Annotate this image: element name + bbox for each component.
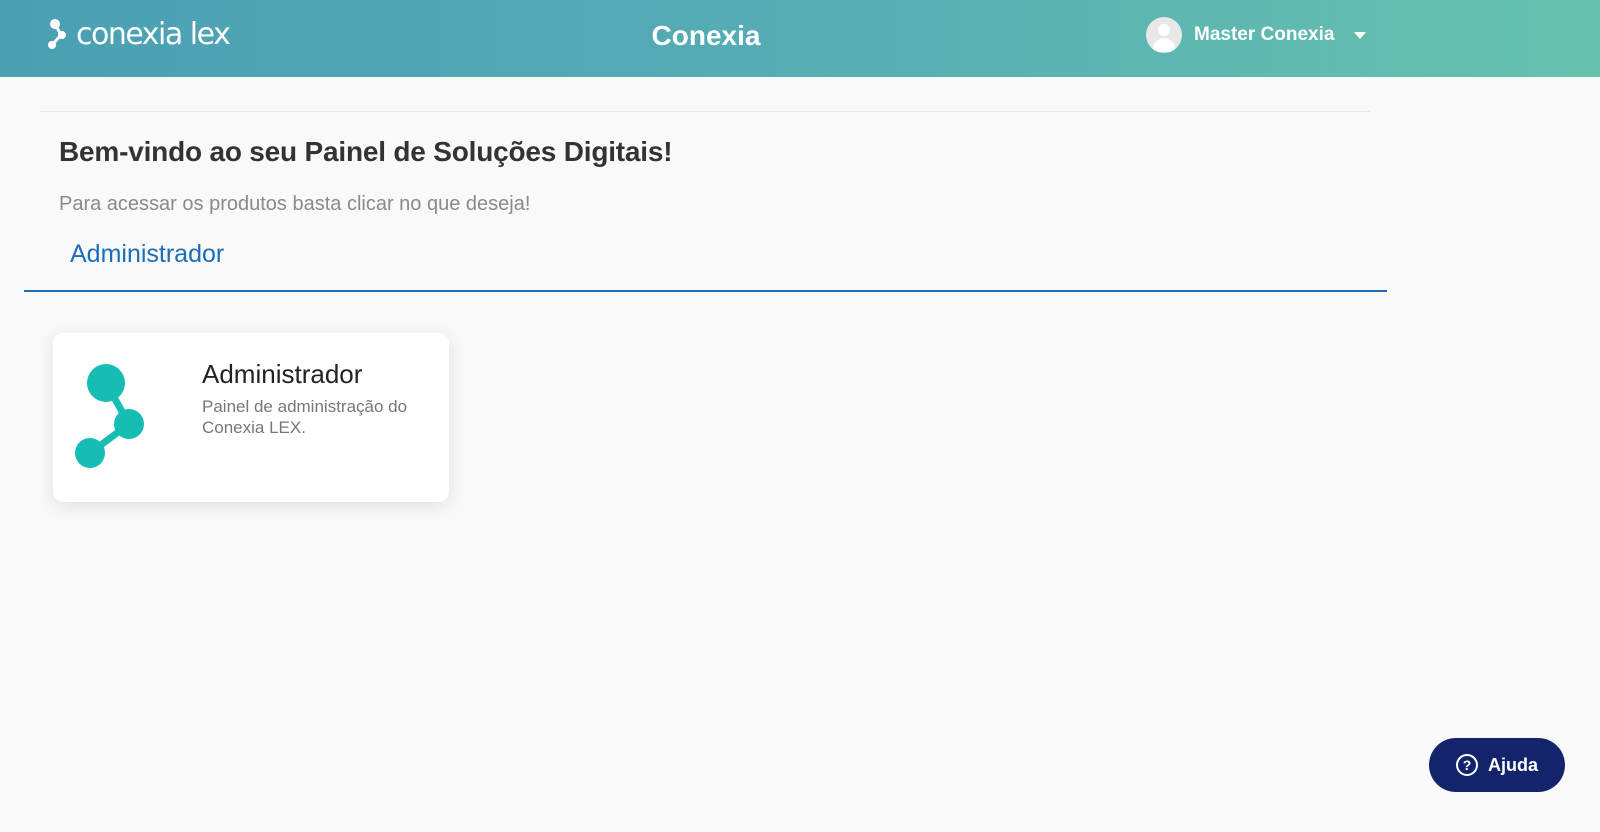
user-name: Master Conexia (1194, 24, 1335, 45)
tab-administrador[interactable]: Administrador (70, 240, 224, 269)
top-navbar: conexia lex Conexia Master Conexia (0, 0, 1600, 77)
page-title: Bem-vindo ao seu Painel de Soluções Digi… (59, 136, 673, 167)
tab-underline (24, 290, 1387, 292)
user-menu[interactable]: Master Conexia (1146, 17, 1367, 53)
page-subtitle: Para acessar os produtos basta clicar no… (59, 193, 531, 215)
user-avatar-icon (1146, 17, 1182, 53)
help-button[interactable]: ? Ajuda (1429, 738, 1565, 792)
chevron-down-icon[interactable] (1354, 31, 1367, 39)
card-title: Administrador (202, 359, 363, 389)
molecule-icon (75, 364, 144, 468)
card-description: Painel de administração do Conexia LEX. (202, 397, 408, 437)
question-circle-icon: ? (1455, 754, 1478, 776)
product-card-administrador[interactable]: Administrador Painel de administração do… (53, 333, 449, 502)
divider (40, 111, 1370, 112)
help-button-label: Ajuda (1487, 754, 1538, 775)
